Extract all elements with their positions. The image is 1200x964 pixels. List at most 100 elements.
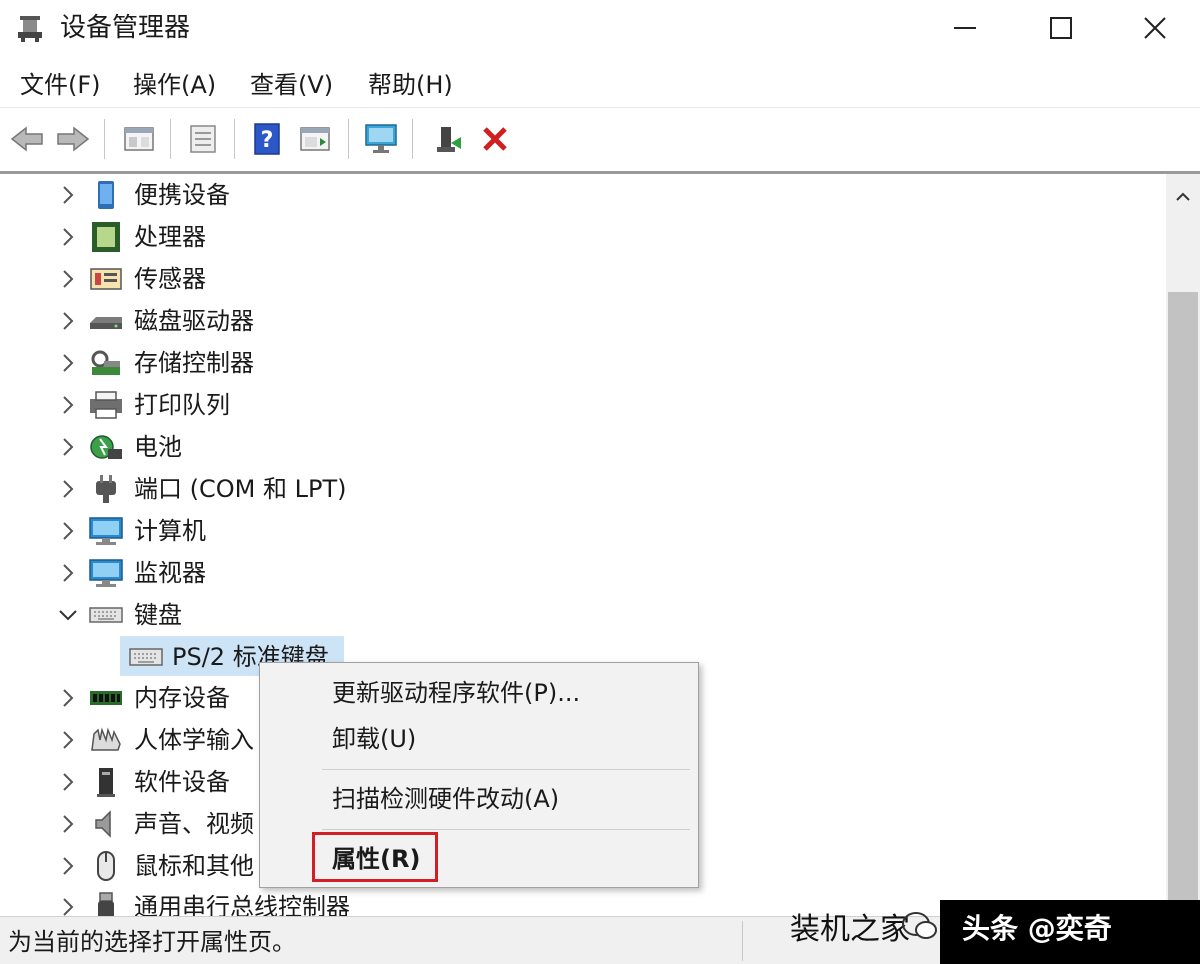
chevron-right-icon[interactable]: [56, 225, 80, 249]
action-pane-icon: [300, 127, 330, 151]
tree-item-label: 电池: [134, 433, 182, 461]
menu-item-update-driver[interactable]: 更新驱动程序软件(P)...: [332, 675, 580, 711]
vertical-scrollbar[interactable]: [1166, 174, 1200, 922]
tree-item-print-queues[interactable]: 打印队列: [0, 384, 1166, 426]
tree-item-disk-drives[interactable]: 磁盘驱动器: [0, 300, 1166, 342]
tree-item-monitors[interactable]: 监视器: [0, 552, 1166, 594]
keyboard-icon: [129, 648, 163, 666]
tree-item-label: 磁盘驱动器: [134, 307, 254, 335]
mouse-icon: [97, 851, 115, 881]
update-driver-button[interactable]: [428, 119, 470, 159]
properties-sheet-icon: [190, 125, 216, 153]
help-button[interactable]: ?: [246, 119, 288, 159]
chevron-right-icon[interactable]: [56, 477, 80, 501]
menu-action[interactable]: 操作(A): [133, 68, 216, 102]
tree-item-label: 打印队列: [134, 391, 230, 419]
chevron-right-icon[interactable]: [56, 561, 80, 585]
properties-button[interactable]: [182, 119, 224, 159]
monitor-scan-icon: [365, 124, 397, 153]
minimize-icon: [954, 27, 976, 29]
chevron-down-icon[interactable]: [56, 603, 80, 627]
forward-arrow-icon: [57, 126, 90, 152]
highlight-annotation-box: [312, 832, 438, 882]
printer-icon: [90, 391, 122, 419]
toolbar-separator: [412, 119, 413, 159]
tree-item-label: 软件设备: [134, 768, 230, 796]
chevron-right-icon[interactable]: [56, 812, 80, 836]
chevron-right-icon[interactable]: [56, 728, 80, 752]
tree-item-ports[interactable]: 端口 (COM 和 LPT): [0, 468, 1166, 510]
uninstall-button[interactable]: [474, 119, 516, 159]
close-icon: [1144, 17, 1166, 39]
tree-item-label: 便携设备: [134, 181, 230, 209]
close-button[interactable]: [1110, 6, 1200, 50]
device-manager-icon: [18, 16, 42, 42]
usb-icon: [98, 892, 114, 916]
minimize-button[interactable]: [920, 6, 1010, 50]
maximize-icon: [1050, 17, 1072, 39]
tree-item-sensors[interactable]: 传感器: [0, 258, 1166, 300]
disk-drive-icon: [90, 317, 122, 329]
back-button[interactable]: [6, 119, 48, 159]
menu-item-uninstall[interactable]: 卸载(U): [332, 721, 416, 757]
chevron-right-icon[interactable]: [56, 267, 80, 291]
portable-device-icon: [98, 181, 114, 209]
tree-item-portable-devices[interactable]: 便携设备: [0, 174, 1166, 216]
menu-separator: [322, 769, 690, 770]
monitor-icon: [89, 559, 123, 587]
menu-item-scan-hardware[interactable]: 扫描检测硬件改动(A): [332, 781, 559, 817]
tree-item-batteries[interactable]: 电池: [0, 426, 1166, 468]
chevron-right-icon[interactable]: [56, 770, 80, 794]
tree-item-label: 计算机: [134, 517, 206, 545]
tree-item-label: 人体学输入: [134, 726, 254, 754]
chevron-right-icon[interactable]: [56, 183, 80, 207]
menu-view[interactable]: 查看(V): [250, 68, 333, 102]
tree-item-label: 声音、视频: [134, 810, 254, 838]
wechat-icon: [902, 912, 937, 939]
maximize-button[interactable]: [1016, 6, 1106, 50]
forward-button[interactable]: [52, 119, 94, 159]
chevron-right-icon[interactable]: [56, 393, 80, 417]
speaker-icon: [95, 810, 111, 838]
tree-item-label: 键盘: [134, 601, 182, 629]
chevron-right-icon[interactable]: [56, 519, 80, 543]
chevron-right-icon[interactable]: [56, 309, 80, 333]
scroll-up-button[interactable]: [1166, 180, 1200, 214]
chevron-right-icon[interactable]: [56, 895, 80, 916]
hid-icon: [91, 727, 121, 751]
chevron-right-icon[interactable]: [56, 854, 80, 878]
chevron-right-icon[interactable]: [56, 351, 80, 375]
scan-hardware-button[interactable]: [360, 119, 402, 159]
chevron-right-icon[interactable]: [56, 435, 80, 459]
status-text: 为当前的选择打开属性页。: [8, 928, 296, 956]
scroll-thumb[interactable]: [1168, 292, 1198, 922]
update-driver-icon: [437, 127, 461, 152]
storage-controller-icon: [91, 350, 120, 375]
toolbar: ?: [0, 109, 1200, 167]
tree-item-processors[interactable]: 处理器: [0, 216, 1166, 258]
toolbar-separator: [348, 119, 349, 159]
status-divider: [742, 921, 743, 961]
port-icon: [96, 475, 116, 503]
show-hide-tree-button[interactable]: [118, 119, 160, 159]
tree-item-label: 监视器: [134, 559, 206, 587]
toolbar-separator: [170, 119, 171, 159]
battery-icon: [90, 435, 122, 459]
menu-help[interactable]: 帮助(H): [368, 68, 453, 102]
tree-item-storage-controllers[interactable]: 存储控制器: [0, 342, 1166, 384]
menu-file[interactable]: 文件(F): [20, 68, 101, 102]
toolbar-separator: [234, 119, 235, 159]
tree-item-label: 传感器: [134, 265, 206, 293]
chevron-up-icon: [1176, 192, 1190, 201]
sensor-icon: [90, 268, 122, 290]
tree-item-label: 内存设备: [134, 684, 230, 712]
tree-item-label: 鼠标和其他: [134, 852, 254, 880]
computer-icon: [89, 517, 123, 545]
tree-item-keyboards[interactable]: 键盘: [0, 594, 1166, 636]
software-device-icon: [97, 768, 115, 797]
tree-item-label: 存储控制器: [134, 349, 254, 377]
action-pane-button[interactable]: [294, 119, 336, 159]
memory-icon: [90, 691, 122, 705]
chevron-right-icon[interactable]: [56, 686, 80, 710]
tree-item-computer[interactable]: 计算机: [0, 510, 1166, 552]
